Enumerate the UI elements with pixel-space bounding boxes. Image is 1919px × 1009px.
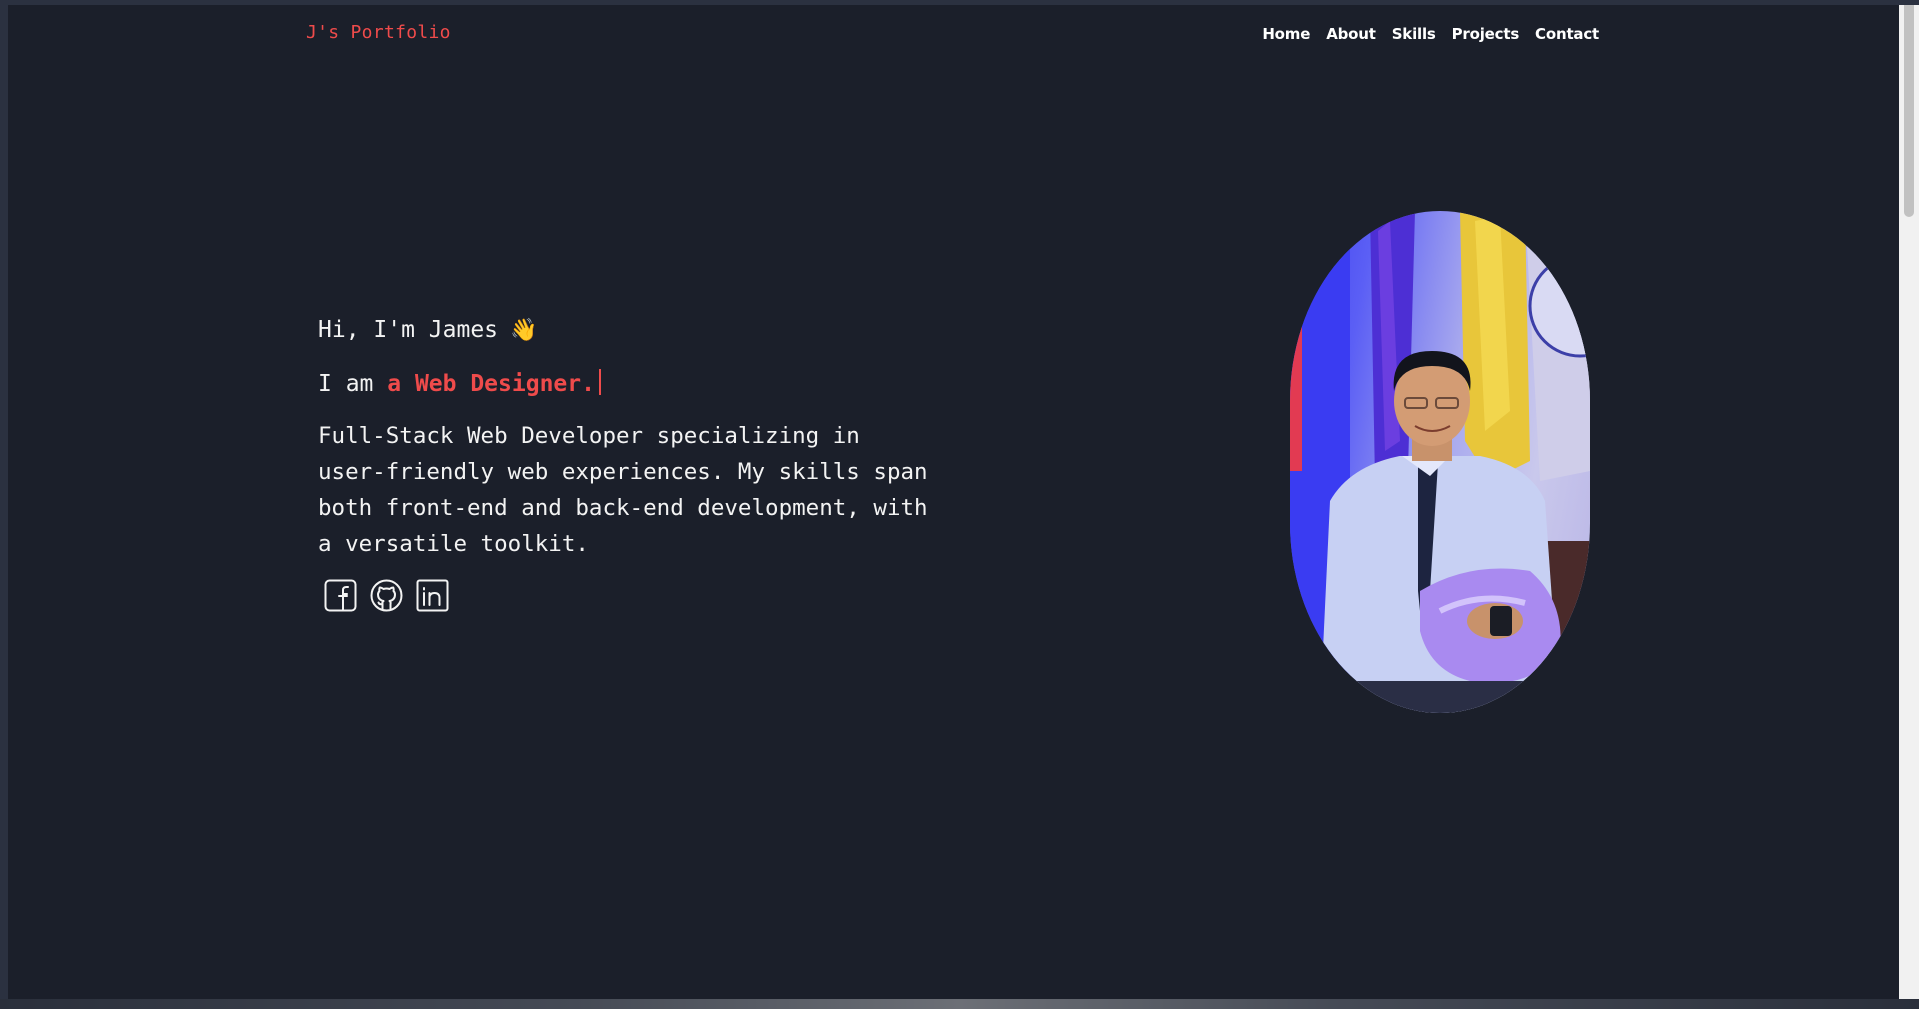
nav-skills[interactable]: Skills	[1392, 25, 1436, 43]
hero-bio: Full-Stack Web Developer specializing in…	[318, 423, 928, 557]
hero-role: I am a Web Designer.	[318, 369, 601, 397]
github-icon[interactable]	[368, 577, 405, 614]
window-bottom-edge	[0, 999, 1919, 1009]
typing-cursor	[598, 369, 601, 395]
linkedin-icon[interactable]	[414, 577, 451, 614]
waving-hand-icon: 👋	[510, 318, 538, 343]
portrait-illustration	[1290, 211, 1590, 713]
site-logo[interactable]: J's Portfolio	[306, 22, 451, 43]
typed-role: a Web Designer.	[387, 371, 595, 397]
hero-greeting: Hi, I'm James 👋	[318, 317, 537, 343]
scrollbar-thumb[interactable]	[1904, 5, 1914, 217]
nav-projects[interactable]: Projects	[1452, 25, 1520, 43]
greeting-text: Hi, I'm James	[318, 317, 499, 343]
profile-photo	[1290, 211, 1590, 713]
social-links	[322, 577, 451, 614]
vertical-scrollbar[interactable]	[1899, 5, 1919, 999]
role-prefix: I am	[318, 371, 388, 397]
page: J's Portfolio Home About Skills Projects…	[8, 5, 1899, 999]
facebook-icon[interactable]	[322, 577, 359, 614]
nav-about[interactable]: About	[1326, 25, 1376, 43]
nav-contact[interactable]: Contact	[1535, 25, 1599, 43]
main-nav: Home About Skills Projects Contact	[1246, 25, 1599, 43]
nav-home[interactable]: Home	[1262, 25, 1310, 43]
